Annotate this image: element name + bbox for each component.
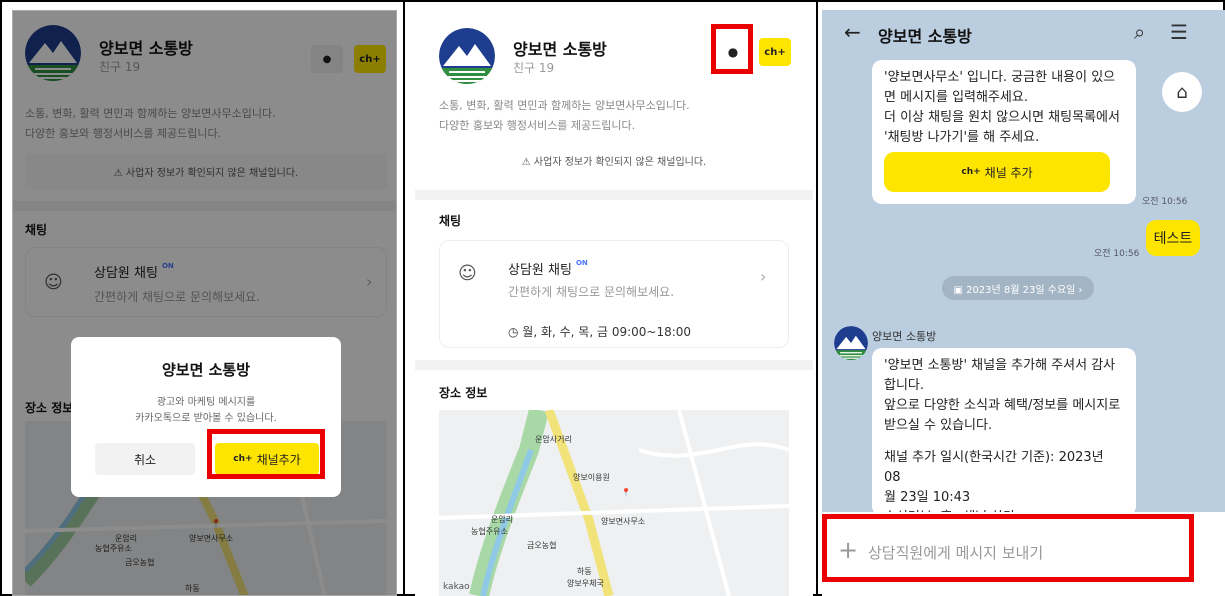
channel-logo: [439, 28, 495, 84]
channel-description: 소통, 변화, 활력 면민과 함께하는 양보면사무소입니다. 다양한 홍보와 행…: [439, 96, 690, 136]
section-divider: [415, 190, 813, 200]
place-section-title: 장소 정보: [439, 386, 488, 400]
map-label-unam-crossing: 운암사거리: [535, 435, 572, 444]
consult-chat-title: 상담원 채팅 ON: [508, 259, 588, 278]
dialog-text: 광고와 마케팅 메시지를: [156, 397, 256, 408]
date-separator[interactable]: ▣ 2023년 8월 23일 수요일 ›: [942, 276, 1094, 300]
chat-header: ← 양보면 소통방 ⌕ ☰: [822, 10, 1225, 60]
message-line: '양보면사무소' 입니다. 궁금한 내용이 있으: [884, 70, 1116, 85]
consult-chat-card[interactable]: ☺ 상담원 채팅 ON 간편하게 채팅으로 문의해보세요. › ◷ 월, 화, 수…: [439, 240, 789, 348]
add-channel-chat-label: 채널 추가: [984, 165, 1033, 180]
unverified-warning: ⚠ 사업자 정보가 확인되지 않은 채널입니다.: [439, 142, 789, 178]
channel-add-icon: ch+: [961, 167, 981, 177]
channel-profile-panel: 양보면 소통방 친구 19 ● ch+ 소통, 변화, 활력 면민과 함께하는 …: [415, 10, 813, 596]
description-line: 소통, 변화, 활력 면민과 함께하는 양보면사무소입니다.: [439, 99, 690, 112]
map-label-post-office: 양보우체국: [567, 579, 604, 588]
message-line: 합니다.: [884, 378, 925, 393]
message-line: '채팅방 나가기'를 해 주세요.: [884, 130, 1040, 145]
add-channel-chat-button[interactable]: ch+ 채널 추가: [884, 152, 1110, 192]
sender-avatar[interactable]: [834, 326, 868, 360]
message-time: 오전 10:56: [1142, 197, 1188, 207]
map-label-geumo-nonghyup: 금오농협: [527, 541, 557, 550]
menu-icon[interactable]: ☰: [1170, 20, 1188, 44]
message-line: 면 메시지를 입력해주세요.: [884, 90, 1028, 105]
message-line: '양보면 소통방' 채널을 추가해 주셔서 감사: [884, 358, 1116, 373]
map-pin-icon: 📍: [621, 488, 631, 497]
map-roads: [439, 410, 789, 596]
cancel-button[interactable]: 취소: [95, 443, 195, 475]
friend-count: 친구 19: [513, 61, 555, 75]
message-line: 월 23일 10:43: [884, 490, 971, 505]
map-label-gas-station: 농협주유소: [471, 527, 508, 536]
panel-divider: [403, 0, 405, 596]
chat-room-panel: ← 양보면 소통방 ⌕ ☰ '양보면사무소' 입니다. 궁금한 내용이 있으 면…: [822, 10, 1225, 596]
message-line: 받으실 수 있습니다.: [884, 418, 993, 433]
dialog-text: 카카오톡으로 받아볼 수 있습니다.: [135, 413, 277, 424]
chat-section-title: 채팅: [439, 214, 462, 228]
highlight-box: [207, 429, 325, 479]
add-channel-button[interactable]: ch+: [759, 38, 791, 66]
channel-profile-dialog-panel: 양보면 소통방 친구 19 ● ch+ 소통, 변화, 활력 면민과 함께하는 …: [12, 10, 397, 596]
sender-name: 양보면 소통방: [872, 330, 937, 343]
map-label-office: 양보면사무소: [601, 517, 646, 526]
on-badge: ON: [575, 259, 588, 267]
panel-divider: [816, 0, 818, 596]
message-time: 오전 10:56: [1094, 249, 1140, 259]
description-line: 다양한 홍보와 행정서비스를 제공드립니다.: [439, 119, 636, 132]
message-line: [884, 436, 1124, 448]
channel-message-bubble: '양보면 소통방' 채널을 추가해 주셔서 감사 합니다. 앞으로 다양한 소식…: [872, 348, 1136, 525]
consult-title-text: 상담원 채팅: [508, 263, 572, 278]
place-map[interactable]: 운암사거리 양보이용원 📍 양보면사무소 운암리 농협주유소 금오농협 하동 양…: [439, 410, 789, 596]
my-message-bubble: 테스트: [1146, 220, 1200, 256]
operating-hours: ◷ 월, 화, 수, 목, 금 09:00~18:00: [508, 325, 692, 339]
modal-backdrop[interactable]: [13, 11, 396, 595]
chat-room-title: 양보면 소통방: [878, 27, 972, 46]
consult-chat-subtitle: 간편하게 채팅으로 문의해보세요.: [508, 285, 675, 299]
map-label-hadong: 하동: [577, 567, 592, 576]
highlight-box: [711, 24, 753, 74]
highlight-box: [822, 514, 1194, 582]
chevron-right-icon: ›: [760, 267, 767, 286]
channel-add-icon: ch+: [764, 46, 786, 58]
map-label-hospital: 양보이용원: [573, 473, 610, 482]
agent-face-icon: ☺: [458, 263, 477, 284]
section-divider: [415, 360, 813, 370]
kakao-map-logo: kakao: [443, 582, 470, 592]
channel-name: 양보면 소통방: [513, 40, 607, 59]
map-label-unam-ri: 운암리: [491, 515, 514, 524]
message-line: 앞으로 다양한 소식과 혜택/정보를 메시지로: [884, 398, 1121, 413]
message-line: 채널 추가 일시(한국시간 기준): 2023년 08: [884, 450, 1104, 485]
dialog-title: 양보면 소통방: [161, 361, 251, 379]
back-arrow-icon[interactable]: ←: [844, 20, 861, 44]
search-icon[interactable]: ⌕: [1134, 20, 1145, 44]
message-line: 더 이상 채팅을 원치 않으시면 채팅목록에서: [884, 110, 1120, 125]
home-icon[interactable]: ⌂: [1162, 72, 1202, 112]
